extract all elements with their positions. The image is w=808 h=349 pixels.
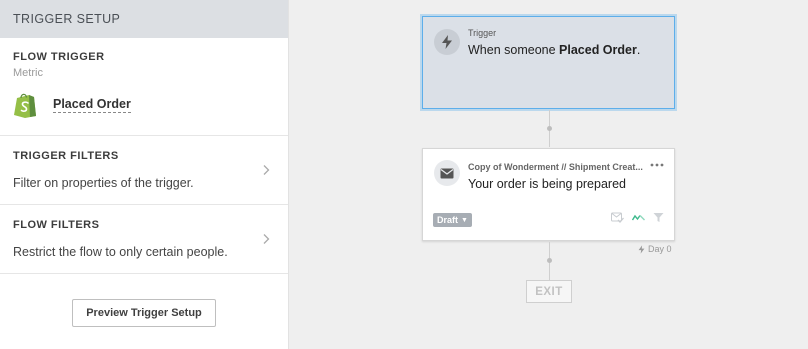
email-subject: Your order is being prepared bbox=[468, 177, 626, 191]
status-badge[interactable]: Draft ▼ bbox=[433, 213, 472, 227]
exit-node: EXIT bbox=[526, 280, 572, 303]
trigger-node-label: Trigger bbox=[468, 28, 497, 38]
sidebar-header: TRIGGER SETUP bbox=[0, 0, 288, 38]
trigger-node[interactable]: Trigger When someone Placed Order. bbox=[422, 16, 675, 109]
envelope-icon bbox=[434, 160, 460, 186]
trigger-filters-title: TRIGGER FILTERS bbox=[13, 150, 119, 162]
connector-dot bbox=[547, 126, 552, 131]
chevron-right-icon bbox=[263, 234, 270, 244]
trigger-filters-section[interactable]: TRIGGER FILTERS Filter on properties of … bbox=[0, 136, 288, 205]
analytics-icon bbox=[632, 214, 645, 221]
metric-row: Placed Order bbox=[13, 92, 288, 118]
bolt-icon bbox=[434, 29, 460, 55]
filter-icon bbox=[653, 213, 664, 222]
trigger-setup-sidebar: TRIGGER SETUP FLOW TRIGGER Metric Placed… bbox=[0, 0, 289, 349]
preview-trigger-setup-button[interactable]: Preview Trigger Setup bbox=[72, 299, 216, 327]
flow-filters-section[interactable]: FLOW FILTERS Restrict the flow to only c… bbox=[0, 205, 288, 274]
more-options-icon[interactable] bbox=[650, 162, 664, 168]
email-stat-icons bbox=[611, 212, 664, 223]
bolt-icon bbox=[638, 244, 645, 254]
trigger-metric-link[interactable]: Placed Order bbox=[53, 97, 131, 113]
trigger-node-description: When someone Placed Order. bbox=[468, 43, 641, 57]
flow-trigger-title: FLOW TRIGGER bbox=[13, 51, 105, 63]
flow-filters-title: FLOW FILTERS bbox=[13, 219, 100, 231]
chevron-right-icon bbox=[263, 165, 270, 175]
flow-canvas[interactable]: Trigger When someone Placed Order. Copy … bbox=[290, 0, 808, 349]
shopify-icon bbox=[14, 93, 36, 118]
delay-label: Day 0 bbox=[638, 244, 672, 254]
trigger-metric-name: Placed Order bbox=[559, 43, 637, 57]
trigger-filters-description: Filter on properties of the trigger. bbox=[13, 176, 194, 190]
flow-filters-description: Restrict the flow to only certain people… bbox=[13, 245, 228, 259]
flow-trigger-type: Metric bbox=[13, 67, 43, 79]
email-name: Copy of Wonderment // Shipment Creat... bbox=[468, 162, 643, 172]
flow-trigger-section: FLOW TRIGGER Metric Placed Order bbox=[0, 38, 288, 136]
smart-sending-icon bbox=[611, 212, 624, 223]
email-node[interactable]: Copy of Wonderment // Shipment Creat... … bbox=[422, 148, 675, 241]
connector-dot bbox=[547, 258, 552, 263]
caret-down-icon: ▼ bbox=[461, 216, 468, 224]
